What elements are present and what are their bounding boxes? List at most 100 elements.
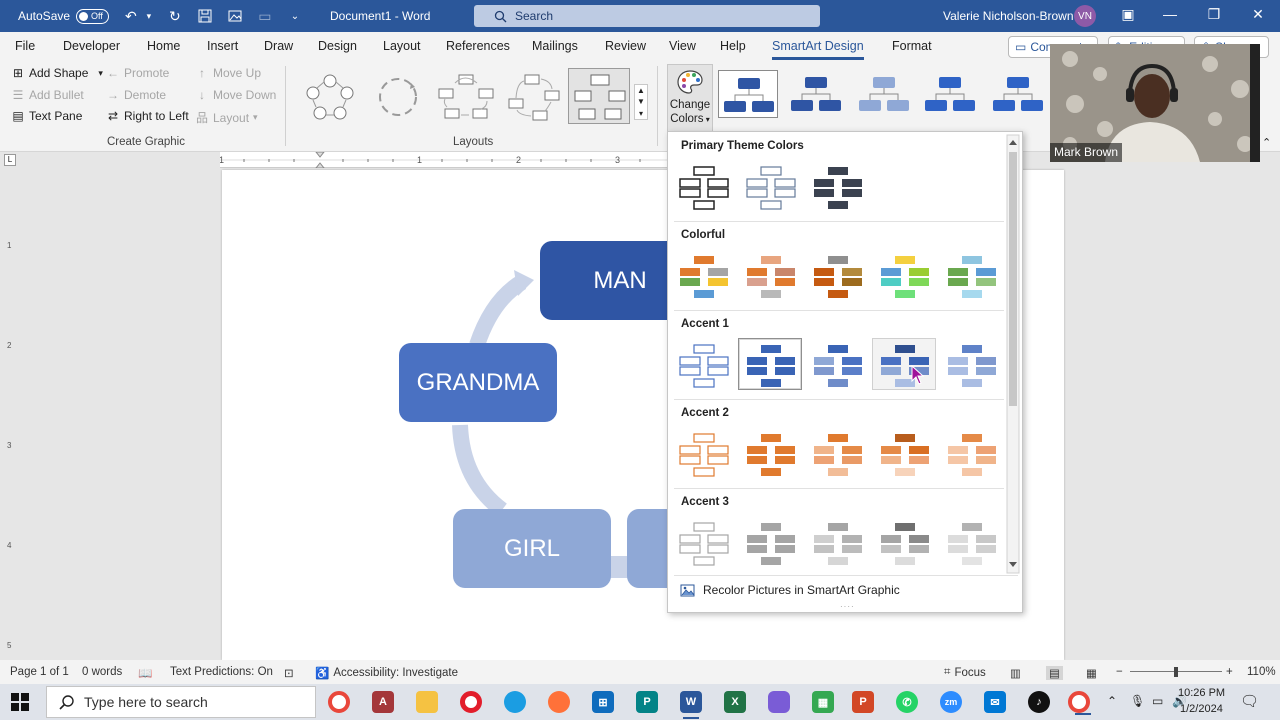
color-variant-accent3-gradient-loop[interactable] bbox=[872, 516, 936, 568]
zoom-in-icon[interactable]: + bbox=[1226, 666, 1233, 678]
layout-thumb-block-cycle-selected[interactable] bbox=[568, 68, 630, 124]
layout-thumb-block-cycle[interactable] bbox=[434, 68, 496, 124]
mail-icon[interactable]: ✉ bbox=[984, 691, 1006, 713]
tab-insert[interactable]: Insert bbox=[207, 39, 238, 53]
tray-expand-icon[interactable]: ⌃ bbox=[1107, 694, 1117, 708]
taskbar-search[interactable]: Type here to search bbox=[46, 686, 316, 718]
change-colors-button[interactable]: Change Colors ▾ bbox=[667, 64, 713, 132]
save-icon[interactable] bbox=[197, 8, 213, 24]
scroll-up-icon[interactable]: ▲ bbox=[637, 86, 645, 95]
color-variant-accent1-gradient-loop[interactable] bbox=[872, 338, 936, 390]
layouts-gallery-scroll[interactable]: ▲ ▼ ▾ bbox=[634, 84, 648, 120]
user-name[interactable]: Valerie Nicholson-Brown bbox=[943, 9, 1074, 23]
color-variant-accent3-outline[interactable] bbox=[671, 516, 735, 568]
store-icon[interactable]: ⊞ bbox=[592, 691, 614, 713]
windows-start-icon[interactable] bbox=[10, 692, 30, 712]
whatsapp-icon[interactable]: ✆ bbox=[896, 691, 918, 713]
tab-file[interactable]: File bbox=[15, 39, 35, 53]
screen-icon[interactable]: ▭ bbox=[257, 8, 273, 24]
right-to-left-button[interactable]: ⇄ Right to Left bbox=[106, 109, 189, 123]
customize-toolbar-icon[interactable]: ⌄ bbox=[287, 8, 303, 24]
network-icon[interactable]: ▭ bbox=[1152, 694, 1163, 708]
color-variant-colorful-1[interactable] bbox=[671, 249, 735, 301]
move-down-button[interactable]: ↓ Move Down bbox=[195, 88, 276, 102]
microphone-icon[interactable]: 🎙 bbox=[1130, 694, 1145, 708]
recolor-pictures-menu-item[interactable]: Recolor Pictures in SmartArt Graphic bbox=[680, 583, 900, 597]
tab-selector[interactable]: L bbox=[4, 154, 16, 166]
zoom-out-icon[interactable]: − bbox=[1116, 666, 1123, 678]
smartart-node-grandma[interactable]: GRANDMA bbox=[399, 343, 557, 422]
page-count[interactable]: Page 1 of 1 bbox=[10, 666, 69, 678]
undo-dropdown-icon[interactable]: ▾ bbox=[145, 8, 153, 24]
layout-thumb-basic-cycle[interactable] bbox=[298, 68, 360, 124]
layout-button[interactable]: 品 Layout ▾ bbox=[195, 109, 258, 126]
layout-thumb-text-cycle[interactable] bbox=[366, 68, 428, 124]
ribbon-display-icon[interactable]: ▣ bbox=[1118, 6, 1138, 23]
chrome-profile-icon[interactable] bbox=[1068, 691, 1091, 715]
tab-review[interactable]: Review bbox=[605, 39, 646, 53]
tab-smartart-design[interactable]: SmartArt Design bbox=[772, 39, 864, 60]
undo-icon[interactable]: ↶ bbox=[123, 8, 139, 24]
add-bullet-button[interactable]: ☰ Add Bullet bbox=[11, 88, 84, 102]
move-up-button[interactable]: ↑ Move Up bbox=[195, 66, 261, 80]
color-variant-accent1-gradient-range[interactable] bbox=[805, 338, 869, 390]
color-variant-accent3-colored-fill[interactable] bbox=[738, 516, 802, 568]
tab-design[interactable]: Design bbox=[318, 39, 357, 53]
tab-developer[interactable]: Developer bbox=[63, 39, 120, 53]
chrome-icon[interactable] bbox=[328, 691, 350, 713]
proofing-icon[interactable]: 📖 bbox=[138, 666, 152, 680]
demote-button[interactable]: → Demote bbox=[106, 88, 166, 102]
color-variant-colorful-2[interactable] bbox=[738, 249, 802, 301]
smartart-style-4[interactable] bbox=[920, 70, 980, 118]
color-variant-accent2-colored-fill[interactable] bbox=[738, 427, 802, 479]
vertical-ruler[interactable]: 1 2 3 4 5 bbox=[4, 172, 16, 656]
read-mode-icon[interactable]: ▥ bbox=[1010, 666, 1021, 680]
publisher-icon[interactable]: P bbox=[636, 691, 658, 713]
tab-layout[interactable]: Layout bbox=[383, 39, 421, 53]
search-box[interactable]: Search bbox=[474, 5, 820, 27]
sheets-icon[interactable]: ▦ bbox=[812, 691, 834, 713]
tab-home[interactable]: Home bbox=[147, 39, 180, 53]
tab-draw[interactable]: Draw bbox=[264, 39, 293, 53]
color-variant-accent2-transparent[interactable] bbox=[939, 427, 1003, 479]
layout-thumb-segmented-cycle[interactable] bbox=[500, 68, 562, 124]
excel-icon[interactable]: X bbox=[724, 691, 746, 713]
color-variant-colorful-3[interactable] bbox=[805, 249, 869, 301]
clock-time[interactable]: 10:26 PM bbox=[1178, 687, 1225, 699]
firefox-icon[interactable] bbox=[548, 691, 570, 713]
more-icon[interactable]: ▾ bbox=[639, 109, 643, 118]
text-pane-button[interactable]: ▤ Text Pane bbox=[11, 109, 82, 123]
zoom-icon[interactable]: zm bbox=[940, 691, 962, 713]
scroll-down-icon[interactable]: ▼ bbox=[637, 97, 645, 106]
promote-button[interactable]: ← Promote bbox=[106, 66, 169, 80]
color-variant-accent2-gradient-loop[interactable] bbox=[872, 427, 936, 479]
print-layout-icon[interactable]: ▤ bbox=[1046, 666, 1063, 680]
word-count[interactable]: 0 words bbox=[82, 666, 122, 678]
tab-references[interactable]: References bbox=[446, 39, 510, 53]
color-variant-accent3-gradient-range[interactable] bbox=[805, 516, 869, 568]
add-shape-button[interactable]: ⊞ Add Shape ▾ bbox=[11, 66, 103, 80]
smartart-style-5[interactable] bbox=[988, 70, 1044, 118]
color-variant-accent2-outline[interactable] bbox=[671, 427, 735, 479]
color-variant-colorful-4[interactable] bbox=[872, 249, 936, 301]
horizontal-ruler[interactable]: 1 1 2 3 bbox=[219, 151, 667, 169]
powerpoint-icon[interactable]: P bbox=[852, 691, 874, 713]
zoom-slider-thumb[interactable] bbox=[1174, 667, 1178, 677]
notifications-icon[interactable]: 🗨 bbox=[1240, 692, 1259, 710]
edge-icon[interactable] bbox=[504, 691, 526, 713]
color-variant-colorful-5[interactable] bbox=[939, 249, 1003, 301]
smartart-style-2[interactable] bbox=[786, 70, 846, 118]
resize-grip-icon[interactable]: ···· bbox=[840, 602, 855, 611]
tiktok-icon[interactable]: ♪ bbox=[1028, 691, 1050, 713]
color-variant-accent1-transparent[interactable] bbox=[939, 338, 1003, 390]
restore-icon[interactable]: ❐ bbox=[1204, 6, 1224, 23]
focus-button[interactable]: ⌗ Focus bbox=[944, 666, 986, 679]
minimize-icon[interactable]: — bbox=[1160, 6, 1180, 22]
image-icon[interactable] bbox=[227, 8, 243, 24]
gallery-scrollbar[interactable] bbox=[1006, 134, 1020, 574]
tab-format[interactable]: Format bbox=[892, 39, 932, 53]
color-variant-accent1-colored-fill[interactable] bbox=[738, 338, 802, 390]
smartart-style-1[interactable] bbox=[718, 70, 778, 118]
color-variant-dark2-outline[interactable] bbox=[738, 160, 802, 212]
collapse-ribbon-icon[interactable]: ⌃ bbox=[1262, 136, 1271, 149]
